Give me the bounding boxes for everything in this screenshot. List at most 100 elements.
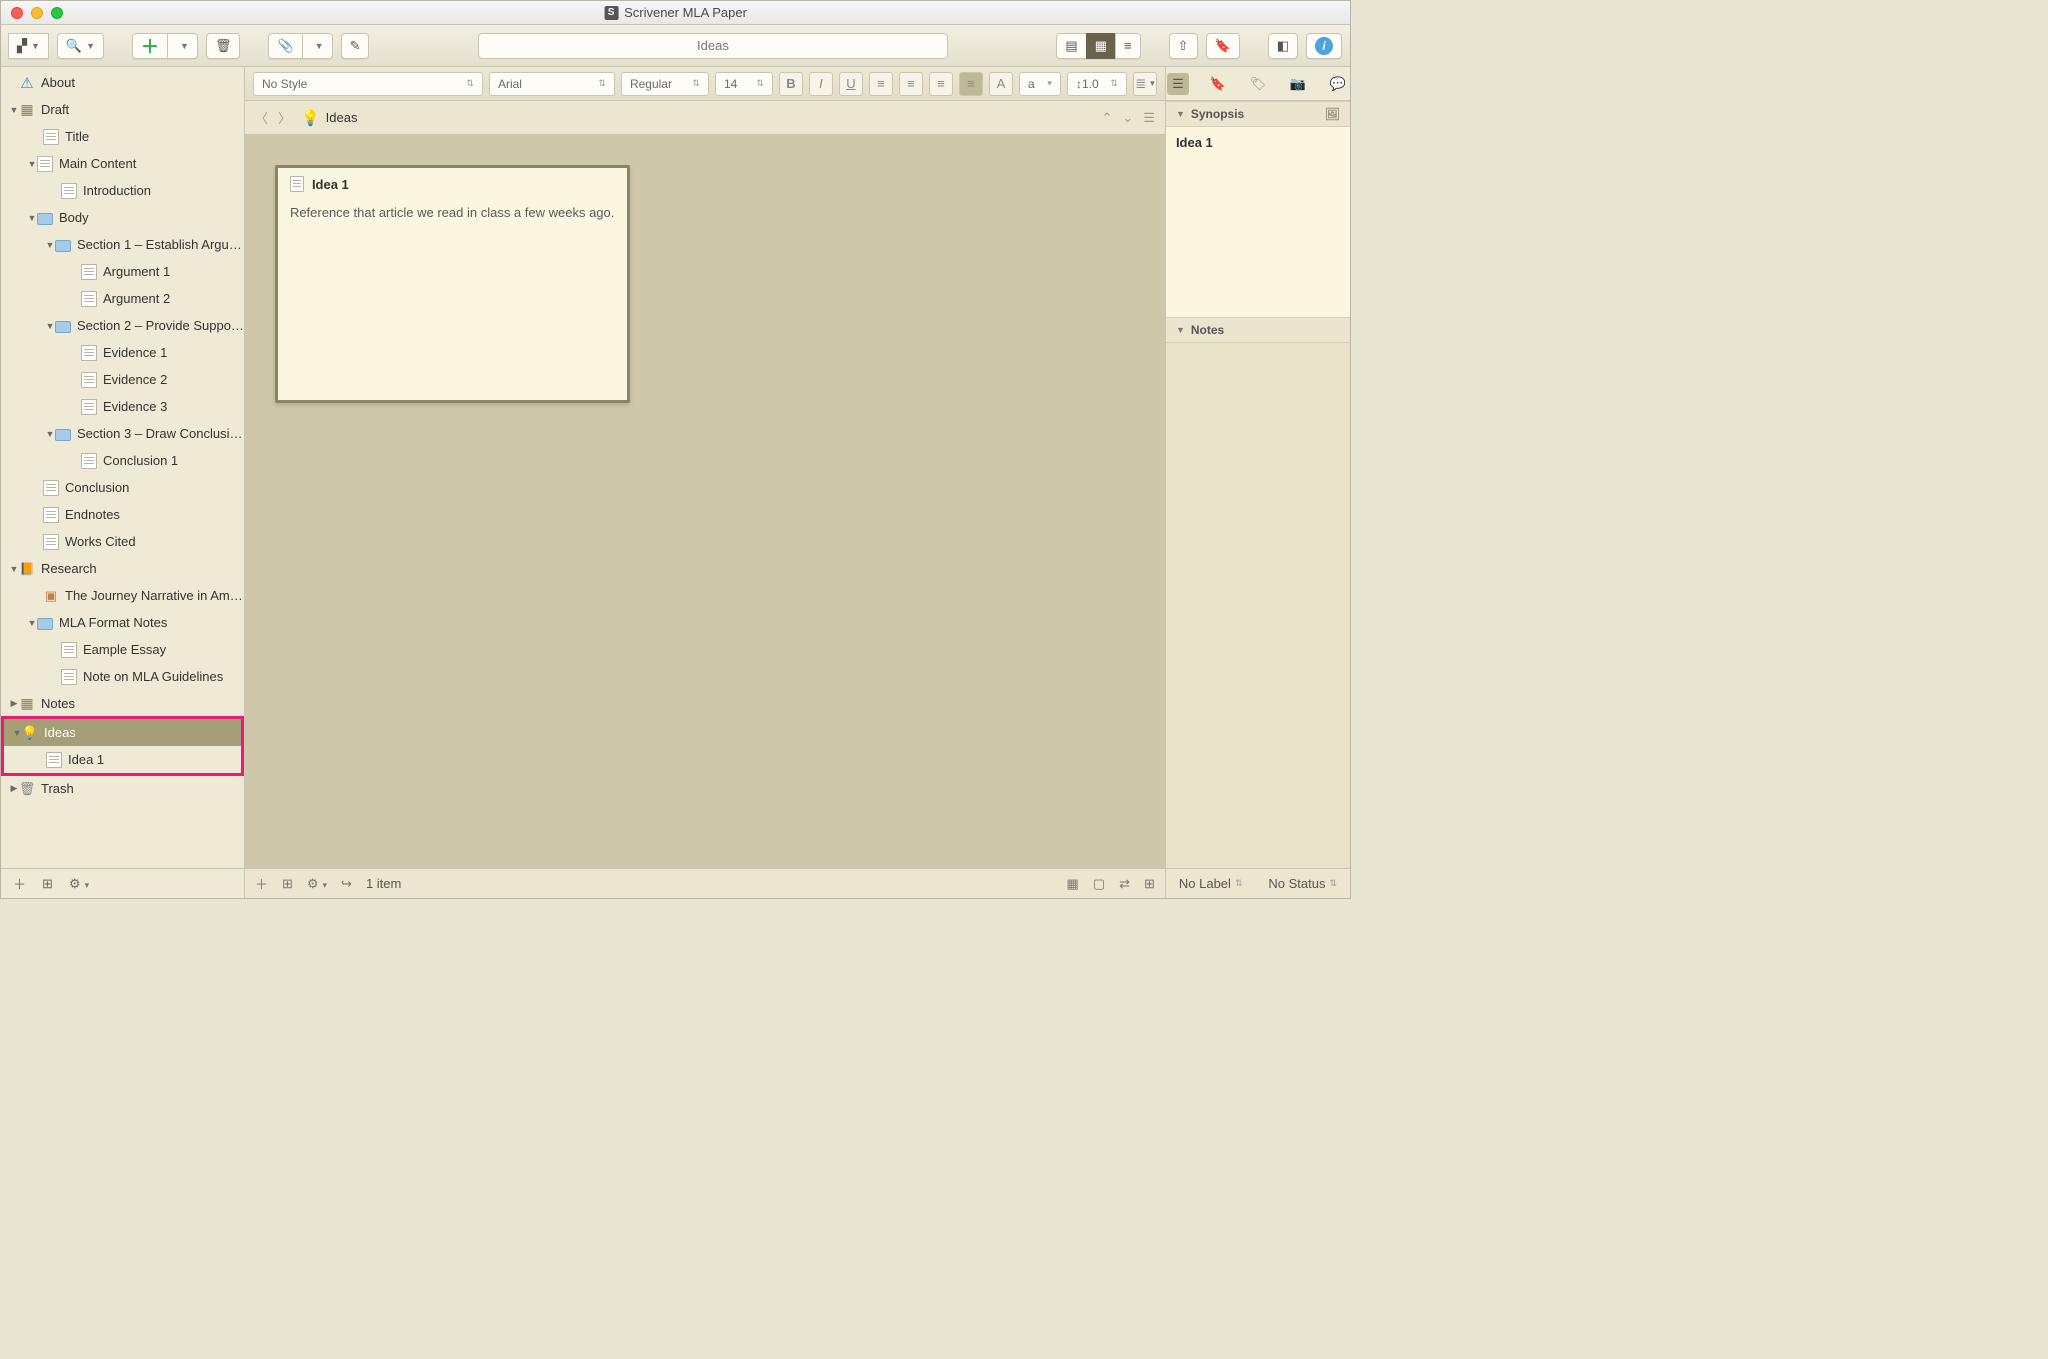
image-toggle-icon[interactable]: 🖼 (1325, 107, 1340, 121)
binder-main-content[interactable]: ▼Main Content (1, 150, 244, 177)
binder-trash[interactable]: ▶Trash (1, 775, 244, 802)
binder-section-3[interactable]: ▼Section 3 – Draw Conclusi… (1, 420, 244, 447)
close-button[interactable] (11, 7, 23, 19)
corkboard-grid-icon[interactable]: ▦ (1067, 876, 1079, 892)
align-center-button[interactable]: ≡ (899, 72, 923, 96)
align-justify-button[interactable]: ≡ (959, 72, 983, 96)
status-dropdown[interactable]: No Status⇅ (1268, 876, 1337, 891)
inspector-metadata-tab[interactable]: 🏷 (1247, 73, 1269, 95)
corkboard-label-icon[interactable]: ⇄ (1119, 876, 1130, 892)
nav-prev-doc-icon[interactable]: ⌃ (1101, 110, 1112, 126)
binder-journey[interactable]: The Journey Narrative in Am… (1, 582, 244, 609)
fullscreen-button[interactable]: ◧ (1268, 33, 1298, 59)
binder-title[interactable]: Title (1, 123, 244, 150)
search-text: Ideas (697, 38, 729, 53)
binder-argument-2[interactable]: Argument 2 (1, 285, 244, 312)
bold-button[interactable]: B (779, 72, 803, 96)
binder-ideas[interactable]: ▼Ideas (4, 719, 241, 746)
synopsis-header[interactable]: ▼Synopsis 🖼 (1166, 101, 1350, 127)
font-dropdown[interactable]: Arial⇅ (489, 72, 615, 96)
nav-next-doc-icon[interactable]: ⌄ (1122, 110, 1133, 126)
binder-mla-notes[interactable]: ▼MLA Format Notes (1, 609, 244, 636)
bookmark-button[interactable]: 🔖 (1206, 33, 1240, 59)
binder-section-1[interactable]: ▼Section 1 – Establish Argu… (1, 231, 244, 258)
align-right-button[interactable]: ≡ (929, 72, 953, 96)
binder-notes[interactable]: ▶Notes (1, 690, 244, 717)
toolbar: ▞▼ 🔍▼ ＋ ▼ 🗑 📎 ▼ ✎ Ideas ▤ ▦ ≡ ⇧ 🔖 ◧ i (1, 25, 1350, 67)
text-color-button[interactable]: A (989, 72, 1013, 96)
view-document-button[interactable]: ▤ (1056, 33, 1086, 59)
inspector-snapshots-tab[interactable]: 📷 (1287, 73, 1309, 95)
italic-button[interactable]: I (809, 72, 833, 96)
breadcrumb[interactable]: 💡 Ideas (301, 109, 358, 127)
font-weight-dropdown[interactable]: Regular⇅ (621, 72, 709, 96)
add-menu[interactable]: ▼ (167, 33, 198, 59)
nav-outline-icon[interactable]: ☰ (1143, 110, 1155, 126)
binder-evidence-3[interactable]: Evidence 3 (1, 393, 244, 420)
binder-idea-1[interactable]: Idea 1 (4, 746, 241, 773)
add-button[interactable]: ＋ (132, 33, 168, 59)
highlight-dropdown[interactable]: a▾ (1019, 72, 1061, 96)
synopsis-text[interactable]: Idea 1 (1166, 127, 1350, 317)
binder-draft[interactable]: ▼Draft (1, 96, 244, 123)
add-document-icon[interactable]: ＋ (13, 874, 26, 893)
binder-note-mla[interactable]: Note on MLA Guidelines (1, 663, 244, 690)
label-dropdown[interactable]: No Label⇅ (1179, 876, 1243, 891)
share-button[interactable]: ⇧ (1169, 33, 1198, 59)
nav-back-icon[interactable]: 〈 (255, 108, 268, 127)
list-dropdown[interactable]: ≣▾ (1133, 72, 1157, 96)
binder-evidence-2[interactable]: Evidence 2 (1, 366, 244, 393)
attach-button[interactable]: 📎 (268, 33, 302, 59)
add-folder-icon[interactable]: ⊞ (42, 876, 53, 892)
layout-button[interactable]: ▞▼ (8, 33, 49, 59)
nav-bar: 〈 〉 💡 Ideas ⌃ ⌄ ☰ (245, 101, 1165, 135)
binder-body[interactable]: ▼Body (1, 204, 244, 231)
view-corkboard-button[interactable]: ▦ (1086, 33, 1116, 59)
binder-argument-1[interactable]: Argument 1 (1, 258, 244, 285)
corkboard[interactable]: Idea 1 Reference that article we read in… (245, 135, 1165, 868)
inspector-toggle-button[interactable]: i (1306, 33, 1342, 59)
compose-button[interactable]: ✎ (341, 33, 370, 59)
search-button[interactable]: 🔍▼ (57, 33, 104, 59)
card-synopsis[interactable]: Reference that article we read in class … (278, 200, 627, 226)
font-size-dropdown[interactable]: 14⇅ (715, 72, 773, 96)
inspector-comments-tab[interactable]: 💬 (1327, 73, 1349, 95)
style-dropdown[interactable]: No Style⇅ (253, 72, 483, 96)
binder-gear-icon[interactable]: ⚙▾ (69, 876, 89, 892)
quick-search-bar[interactable]: Ideas (478, 33, 948, 59)
footer-folder-icon[interactable]: ⊞ (282, 876, 293, 892)
line-spacing-dropdown[interactable]: ↕ 1.0⇅ (1067, 72, 1127, 96)
align-left-button[interactable]: ≡ (869, 72, 893, 96)
inspector-notes-tab[interactable]: ☰ (1167, 73, 1189, 95)
binder-works-cited[interactable]: Works Cited (1, 528, 244, 555)
card-title[interactable]: Idea 1 (278, 168, 627, 200)
inspector-footer: No Label⇅ No Status⇅ (1166, 868, 1350, 898)
binder-conclusion[interactable]: Conclusion (1, 474, 244, 501)
binder-evidence-1[interactable]: Evidence 1 (1, 339, 244, 366)
binder-example-essay[interactable]: Eample Essay (1, 636, 244, 663)
binder-conclusion-1[interactable]: Conclusion 1 (1, 447, 244, 474)
footer-open-icon[interactable]: ↪ (341, 876, 352, 892)
corkboard-free-icon[interactable]: ▢ (1093, 876, 1105, 892)
notes-text[interactable] (1166, 343, 1350, 868)
underline-button[interactable]: U (839, 72, 863, 96)
trash-button[interactable]: 🗑 (206, 33, 241, 59)
index-card[interactable]: Idea 1 Reference that article we read in… (275, 165, 630, 403)
notes-header[interactable]: ▼Notes (1166, 317, 1350, 343)
binder-research[interactable]: ▼Research (1, 555, 244, 582)
nav-forward-icon[interactable]: 〉 (278, 108, 291, 127)
binder-endnotes[interactable]: Endnotes (1, 501, 244, 528)
binder-about[interactable]: About (1, 69, 244, 96)
footer-gear-icon[interactable]: ⚙▾ (307, 876, 327, 892)
zoom-button[interactable] (51, 7, 63, 19)
window-title: S Scrivener MLA Paper (604, 5, 747, 20)
binder-section-2[interactable]: ▼Section 2 – Provide Suppo… (1, 312, 244, 339)
footer-add-icon[interactable]: ＋ (255, 874, 268, 893)
view-outline-button[interactable]: ≡ (1115, 33, 1141, 59)
binder-introduction[interactable]: Introduction (1, 177, 244, 204)
corkboard-options-icon[interactable]: ⊞ (1144, 876, 1155, 892)
inspector-bookmarks-tab[interactable]: 🔖 (1207, 73, 1229, 95)
binder-footer: ＋ ⊞ ⚙▾ (1, 868, 244, 898)
attach-menu[interactable]: ▼ (302, 33, 333, 59)
minimize-button[interactable] (31, 7, 43, 19)
